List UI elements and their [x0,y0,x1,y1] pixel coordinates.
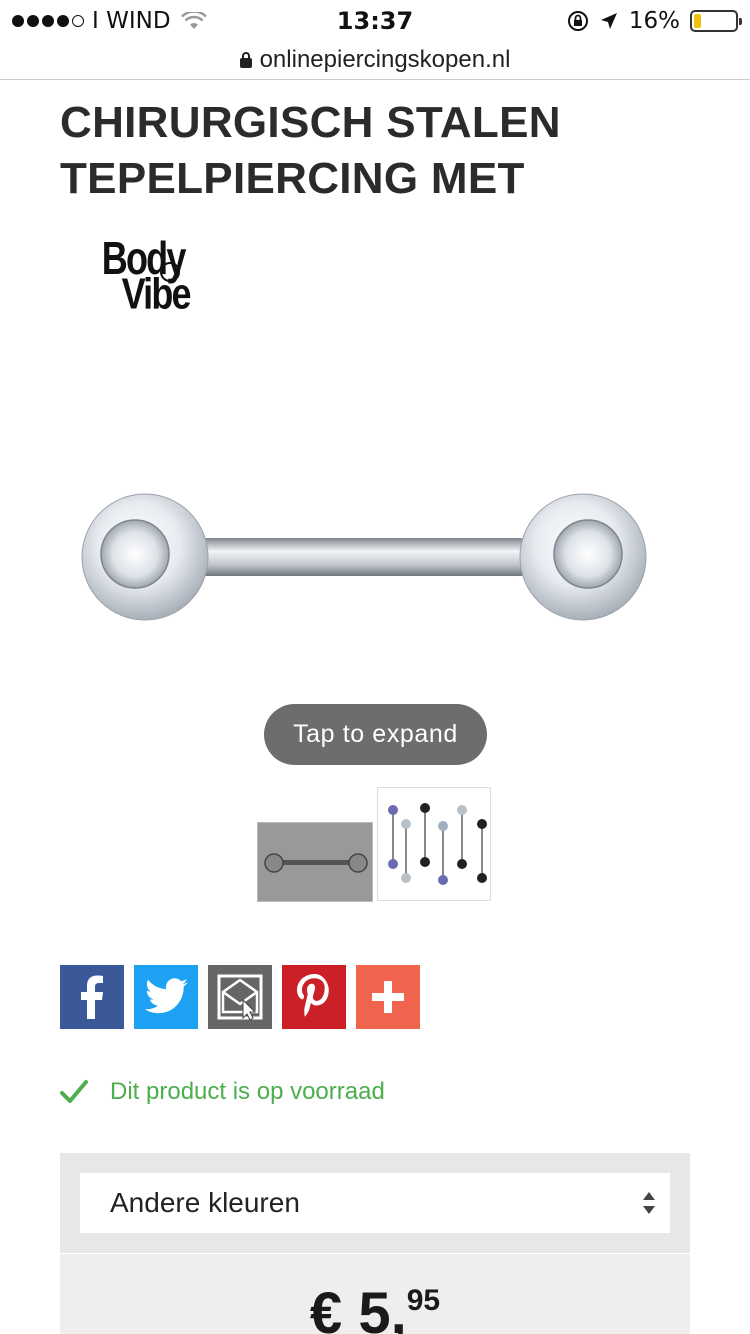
rotation-lock-icon [567,11,588,31]
product-title: CHIRURGISCH STALEN TEPELPIERCING MET [60,98,561,203]
product-image[interactable] [75,480,655,630]
twitter-share-button[interactable] [134,965,198,1029]
twitter-icon [144,978,188,1014]
status-bar: I WIND 13:37 16% [0,0,750,40]
brand-logo: Body Vibe [102,233,192,318]
email-share-button[interactable] [208,965,272,1029]
url-domain[interactable]: onlinepiercingskopen.nl [260,46,511,74]
price: € 5,95 [60,1280,690,1334]
pinterest-icon [297,974,329,1017]
checkmark-icon [60,1080,88,1103]
price-currency: € [309,1281,343,1334]
location-arrow-icon [600,13,617,29]
plus-icon [372,981,404,1013]
url-bar[interactable]: onlinepiercingskopen.nl [0,40,750,80]
color-variant-select[interactable]: Andere kleuren [80,1173,670,1233]
lock-icon [239,51,252,68]
facebook-icon [81,975,103,1019]
thumbnail-1[interactable] [257,822,373,902]
battery-icon [690,10,742,32]
tap-to-expand-button[interactable]: Tap to expand [264,704,487,765]
facebook-share-button[interactable] [60,965,124,1029]
share-buttons [60,965,420,1029]
pinterest-share-button[interactable] [282,965,346,1029]
select-value: Andere kleuren [110,1187,300,1218]
variant-panel: Andere kleuren [60,1153,690,1253]
select-arrows-icon [643,1192,655,1214]
svg-text:Vibe: Vibe [122,269,191,318]
thumbnail-colors-image [388,803,487,885]
more-share-button[interactable] [356,965,420,1029]
battery-percent: 16% [628,8,680,34]
stock-message: Dit product is op voorraad [110,1078,385,1105]
email-icon [217,974,263,1021]
price-panel: € 5,95 [60,1254,690,1334]
thumbnail-barbell-image [264,853,368,873]
status-right: 16% [567,8,742,34]
price-cents: 95 [406,1284,441,1317]
thumbnail-2[interactable] [377,787,491,901]
stock-status: Dit product is op voorraad [60,1078,385,1106]
price-whole: 5 [358,1281,391,1334]
